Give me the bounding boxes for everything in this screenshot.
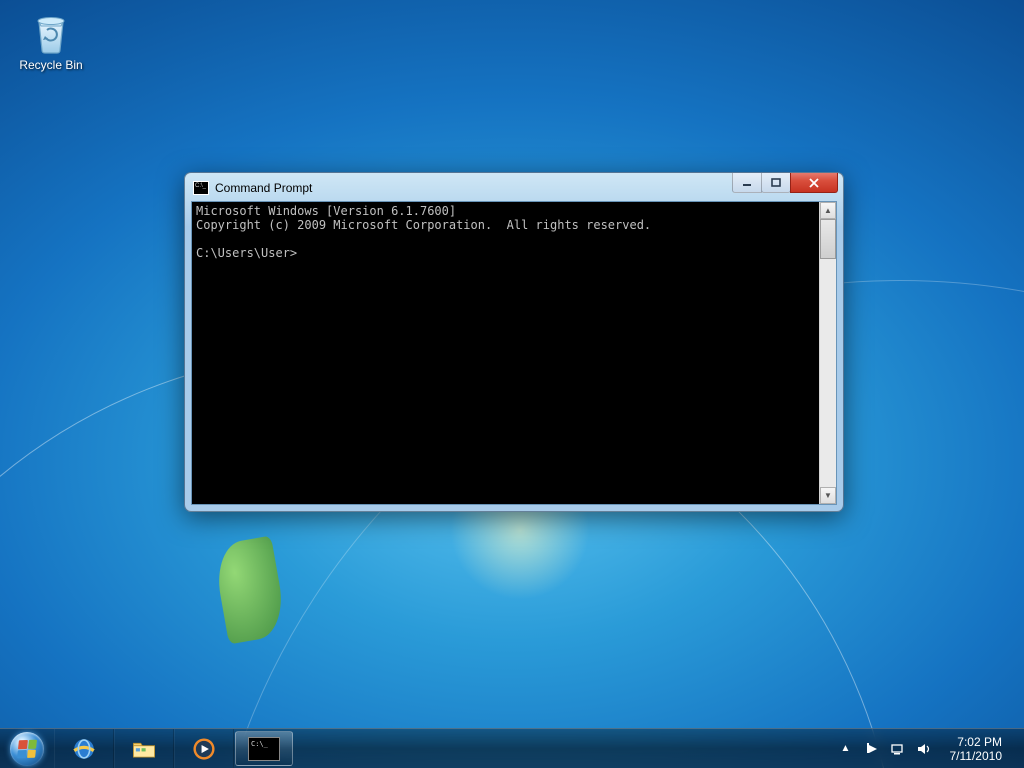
wallpaper-leaf [212, 536, 288, 645]
clock[interactable]: 7:02 PM 7/11/2010 [942, 735, 1011, 763]
console-output[interactable]: Microsoft Windows [Version 6.1.7600] Cop… [192, 202, 819, 504]
taskbar-item-windows-explorer[interactable] [114, 729, 174, 768]
titlebar[interactable]: Command Prompt [191, 179, 837, 201]
action-center-icon[interactable] [864, 741, 880, 757]
clock-time: 7:02 PM [950, 735, 1003, 749]
network-icon[interactable] [890, 741, 906, 757]
system-tray: ▲ 7:02 PM 7/11/2010 [828, 729, 1024, 768]
ie-icon [69, 736, 99, 762]
folder-icon [129, 736, 159, 762]
scroll-up-button[interactable]: ▲ [820, 202, 836, 219]
clock-date: 7/11/2010 [950, 749, 1003, 763]
windows-orb-icon [10, 732, 44, 766]
vertical-scrollbar[interactable]: ▲ ▼ [819, 202, 836, 504]
recycle-bin-icon [27, 8, 75, 56]
taskbar-spacer [294, 729, 828, 768]
scroll-down-button[interactable]: ▼ [820, 487, 836, 504]
console-prompt: C:\Users\User> [196, 246, 297, 260]
scroll-track[interactable] [820, 219, 836, 487]
console-line: Microsoft Windows [Version 6.1.7600] [196, 204, 456, 218]
show-hidden-icons-button[interactable]: ▲ [838, 741, 854, 757]
maximize-button[interactable] [761, 173, 791, 193]
start-button[interactable] [0, 729, 54, 768]
close-button[interactable] [790, 173, 838, 193]
task-items [54, 729, 294, 768]
taskbar-item-internet-explorer[interactable] [54, 729, 114, 768]
desktop[interactable]: Recycle Bin Command Prompt Microsoft Win… [0, 0, 1024, 768]
taskbar-item-command-prompt[interactable] [235, 731, 293, 766]
volume-icon[interactable] [916, 741, 932, 757]
minimize-button[interactable] [732, 173, 762, 193]
cmd-icon [248, 737, 280, 761]
desktop-icon-recycle-bin[interactable]: Recycle Bin [14, 8, 88, 72]
media-player-icon [189, 736, 219, 762]
scroll-thumb[interactable] [820, 219, 836, 259]
console-line: Copyright (c) 2009 Microsoft Corporation… [196, 218, 651, 232]
cmd-icon [193, 181, 209, 195]
taskbar: ▲ 7:02 PM 7/11/2010 [0, 728, 1024, 768]
console-area: Microsoft Windows [Version 6.1.7600] Cop… [191, 201, 837, 505]
desktop-icon-label: Recycle Bin [14, 58, 88, 72]
taskbar-item-media-player[interactable] [174, 729, 234, 768]
command-prompt-window[interactable]: Command Prompt Microsoft Windows [Versio… [184, 172, 844, 512]
